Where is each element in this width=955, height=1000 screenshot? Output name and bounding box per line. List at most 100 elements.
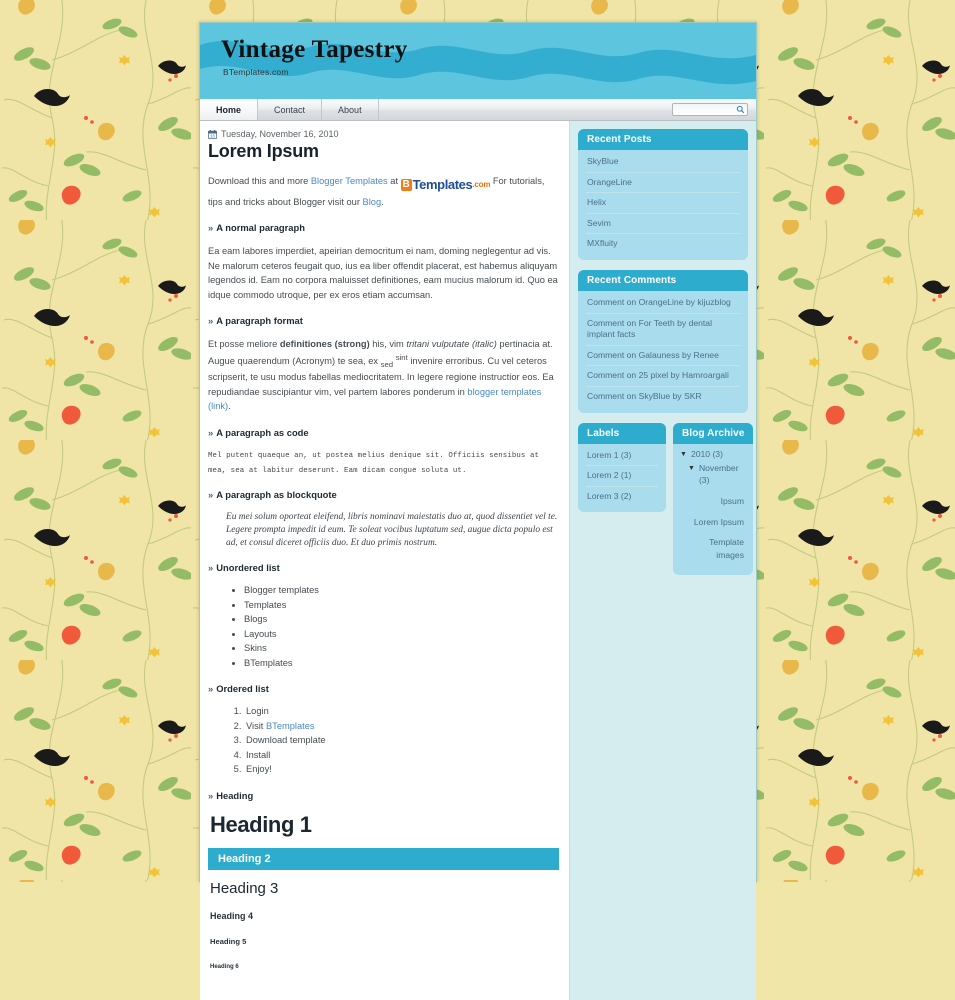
content-row: 16 Tuesday, November 16, 2010 Lorem Ipsu… [200,121,756,1000]
recent-post-item[interactable]: MXfluity [586,234,740,254]
intro-text-at: at [387,176,401,186]
main-content: 16 Tuesday, November 16, 2010 Lorem Ipsu… [200,121,569,1000]
format-superscript: sint [395,352,408,362]
subheading-ordered-list: » Ordered list [208,683,559,694]
demo-heading-2: Heading 2 [208,847,559,870]
recent-comment-item[interactable]: Comment on OrangeLine by kijuzblog [586,293,740,314]
chevron-icon: » [208,222,214,234]
post-date-text: Tuesday, November 16, 2010 [221,129,339,139]
chevron-icon: » [208,489,214,501]
archive-month-label[interactable]: November (3) [699,462,746,488]
demo-heading-5: Heading 5 [210,936,247,946]
svg-text:16: 16 [210,133,215,138]
list-item: Skins [244,642,559,655]
subheading-ordered-list-label: Ordered list [216,683,269,695]
subheading-paragraph-format: » A paragraph format [208,315,559,326]
subheading-unordered-list: » Unordered list [208,562,559,573]
blogger-templates-link[interactable]: Blogger Templates [311,176,388,186]
recent-post-item[interactable]: SkyBlue [586,152,740,173]
btemplates-b-icon: B [400,179,412,191]
list-item: Blogs [244,613,559,626]
demo-heading-1: Heading 1 [210,811,312,837]
btemplates-com: .com [472,179,491,189]
label-item[interactable]: Lorem 2 (1) [586,466,658,487]
archive-post-item[interactable]: Template images [680,536,746,561]
btemplates-name: Templates [412,176,473,192]
chevron-icon: » [208,426,214,438]
archive-post-item[interactable]: Lorem Ipsum [680,516,746,528]
widget-blog-archive-body: ▼ 2010 (3) ▼ November (3) Ipsum Lorem Ip… [673,444,753,576]
subheading-paragraph-blockquote: » A paragraph as blockquote [208,489,559,500]
label-item[interactable]: Lorem 3 (2) [586,487,658,507]
intro-text-end: . [381,197,384,208]
site-description: BTemplates.com [223,67,289,78]
format-paragraph: Et posse meliore definitiones (strong) h… [208,337,559,414]
widget-labels-title: Labels [578,422,666,444]
list-item: BTemplates [244,657,559,670]
demo-heading-6: Heading 6 [210,963,239,970]
nav-tab-contact[interactable]: Contact [258,99,323,120]
chevron-down-icon[interactable]: ▼ [680,448,687,462]
archive-month-row[interactable]: ▼ November (3) [680,462,746,488]
subheading-paragraph-code-label: A paragraph as code [216,426,309,438]
nav-tab-about[interactable]: About [322,99,379,120]
widget-blog-archive-title: Blog Archive [673,422,753,444]
subheading-heading-label: Heading [216,789,254,801]
subheading-paragraph-code: » A paragraph as code [208,427,559,438]
widget-recent-posts-title: Recent Posts [578,129,748,150]
widget-labels-body: Lorem 1 (3) Lorem 2 (1) Lorem 3 (2) [578,444,666,513]
list-item: Login [244,705,559,718]
recent-post-item[interactable]: Sevim [586,214,740,235]
format-strong: definitiones (strong) [279,339,370,350]
widget-pair: Labels Lorem 1 (3) Lorem 2 (1) Lorem 3 (… [578,422,753,586]
list-item: Enjoy! [244,763,559,776]
chevron-icon: » [208,683,214,695]
search-area [672,99,756,121]
subheading-paragraph-format-label: A paragraph format [216,315,303,327]
btemplates-list-link[interactable]: BTemplates [266,721,315,731]
calendar-icon: 16 [208,129,217,139]
list-item: Layouts [244,628,559,641]
widget-recent-comments-title: Recent Comments [578,269,748,291]
demo-heading-3: Heading 3 [210,879,279,897]
chevron-down-icon[interactable]: ▼ [688,462,695,476]
list-item: Templates [244,599,559,612]
widget-recent-comments-body: Comment on OrangeLine by kijuzblog Comme… [578,291,748,413]
list-item: Download template [244,734,559,747]
widget-labels: Labels Lorem 1 (3) Lorem 2 (1) Lorem 3 (… [578,422,666,513]
blog-link[interactable]: Blog [363,197,382,207]
widget-recent-posts-body: SkyBlue OrangeLine Helix Sevim MXfluity [578,150,748,260]
nav-tab-list: Home Contact About [200,99,379,120]
post-title[interactable]: Lorem Ipsum [208,141,559,162]
widget-recent-comments: Recent Comments Comment on OrangeLine by… [578,269,748,413]
subheading-normal-paragraph-label: A normal paragraph [216,222,305,234]
widget-blog-archive: Blog Archive ▼ 2010 (3) ▼ November (3) I… [673,422,753,576]
archive-year-label[interactable]: 2010 (3) [691,448,723,461]
format-strikethrough: invenire erroribus [410,355,483,366]
site-title[interactable]: Vintage Tapestry [221,36,756,63]
recent-comment-item[interactable]: Comment on 25 pixel by Hamroargali [586,366,740,387]
search-box[interactable] [672,103,748,121]
chevron-icon: » [208,789,214,801]
widget-recent-posts: Recent Posts SkyBlue OrangeLine Helix Se… [578,129,748,260]
list-item: Install [244,749,559,762]
label-item[interactable]: Lorem 1 (3) [586,446,658,467]
list-item: Blogger templates [244,584,559,597]
subheading-paragraph-blockquote-label: A paragraph as blockquote [216,489,337,501]
post-body: Download this and more Blogger Templates… [205,174,559,970]
recent-comment-item[interactable]: Comment on For Teeth by dental implant f… [586,314,740,346]
recent-post-item[interactable]: OrangeLine [586,173,740,194]
format-text-end: . [228,401,231,412]
subheading-unordered-list-label: Unordered list [216,562,280,574]
archive-year-row[interactable]: ▼ 2010 (3) [680,448,746,462]
recent-comment-item[interactable]: Comment on SkyBlue by SKR [586,387,740,407]
demo-heading-4: Heading 4 [210,910,254,921]
recent-post-item[interactable]: Helix [586,193,740,214]
archive-post-item[interactable]: Ipsum [680,495,746,507]
btemplates-logo[interactable]: B Templates .com [400,175,491,195]
sidebar: Recent Posts SkyBlue OrangeLine Helix Se… [569,121,756,1000]
search-icon[interactable] [736,105,745,114]
nav-tab-home[interactable]: Home [200,99,259,120]
recent-comment-item[interactable]: Comment on Galauness by Renee [586,346,740,367]
intro-paragraph: Download this and more Blogger Templates… [208,174,559,209]
